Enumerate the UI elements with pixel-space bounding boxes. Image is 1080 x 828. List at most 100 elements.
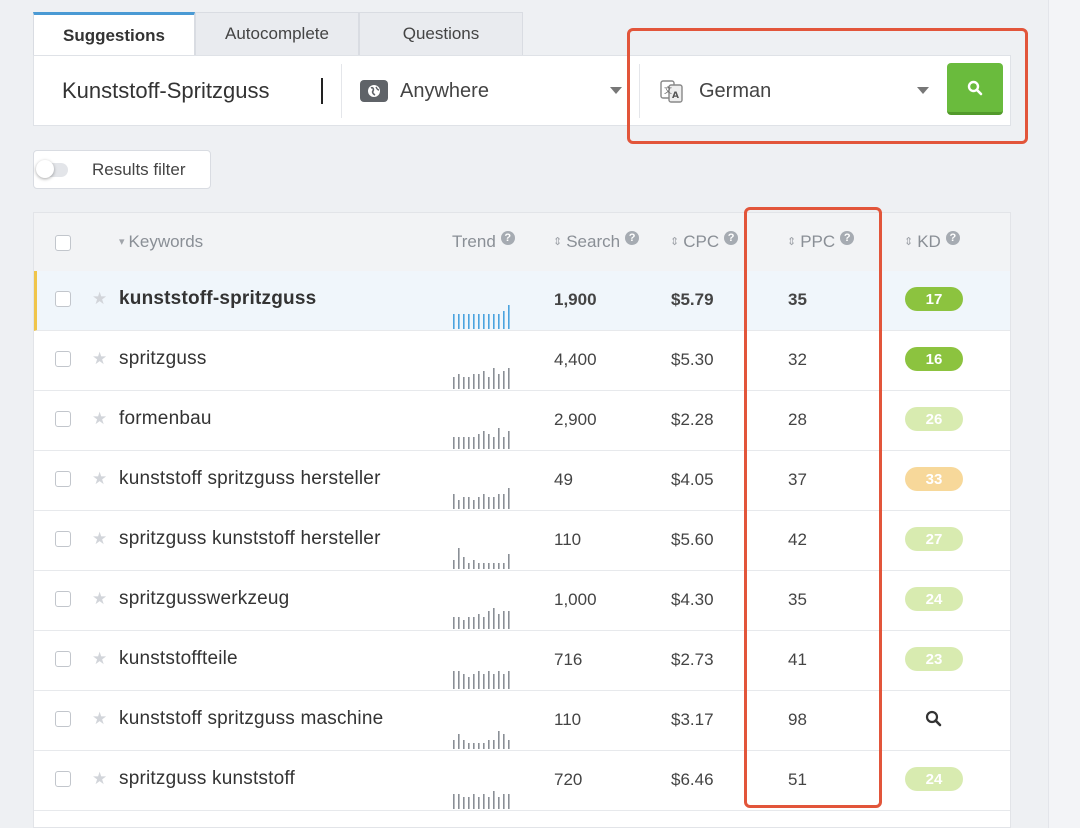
search-volume-cell: 1,900 <box>554 290 597 309</box>
search-button[interactable] <box>947 63 1003 115</box>
trend-bar <box>488 497 490 509</box>
keyword-cell[interactable]: kunststoffteile <box>119 648 238 670</box>
help-icon[interactable]: ? <box>840 231 855 245</box>
ppc-cell: 98 <box>788 710 807 729</box>
keyword-cell[interactable]: spritzguss kunststoff <box>119 768 295 790</box>
keyword-cell[interactable]: formenbau <box>119 408 212 430</box>
table-row[interactable]: ★ kunststoff-spritzguss 1,900 $5.79 35 17 <box>34 271 1010 331</box>
kd-check-search-icon[interactable] <box>925 710 943 733</box>
tab-autocomplete[interactable]: Autocomplete <box>195 12 359 55</box>
keyword-cell[interactable]: kunststoff spritzguss maschine <box>119 708 383 730</box>
toggle-knob <box>36 159 54 178</box>
row-checkbox[interactable] <box>55 771 71 787</box>
help-icon[interactable]: ? <box>945 231 960 245</box>
trend-bar <box>458 794 460 809</box>
trend-bar <box>463 377 465 389</box>
help-icon[interactable]: ? <box>724 231 739 245</box>
location-select[interactable]: Anywhere <box>360 66 622 116</box>
trend-sparkline <box>453 488 510 509</box>
trend-bar <box>498 614 500 629</box>
star-icon[interactable]: ★ <box>92 409 107 429</box>
ppc-cell: 28 <box>788 410 807 429</box>
keyword-cell[interactable]: kunststoff-spritzguss <box>119 288 316 310</box>
star-icon[interactable]: ★ <box>92 769 107 789</box>
location-value: Anywhere <box>400 79 489 102</box>
results-filter-button[interactable]: Results filter <box>33 150 211 189</box>
keyword-cell[interactable]: spritzguss kunststoff hersteller <box>119 528 381 550</box>
trend-bar <box>493 437 495 449</box>
help-icon[interactable]: ? <box>500 231 515 245</box>
header-trend[interactable]: Trend ? <box>452 213 515 271</box>
row-checkbox[interactable] <box>55 471 71 487</box>
table-row[interactable]: ★ kunststoffteile 716 $2.73 41 23 <box>34 631 1010 691</box>
trend-bar <box>488 434 490 449</box>
trend-bar <box>453 671 455 689</box>
chevron-down-icon <box>917 87 929 94</box>
table-row[interactable]: ★ spritzguss kunststoff 720 $6.46 51 24 <box>34 751 1010 811</box>
header-keywords-label: Keywords <box>128 232 204 251</box>
star-icon[interactable]: ★ <box>92 709 107 729</box>
mode-tabs: Suggestions Autocomplete Questions <box>33 12 523 57</box>
table-row[interactable]: ★ kunststoff spritzguss hersteller 49 $4.05… <box>34 451 1010 511</box>
table-row[interactable]: ★ kunststoff spritzguss maschine 110 $3.17 9… <box>34 691 1010 751</box>
trend-sparkline <box>453 428 510 449</box>
header-ppc[interactable]: ⇕ PPC ? <box>787 213 855 271</box>
help-icon[interactable]: ? <box>625 231 640 245</box>
row-checkbox[interactable] <box>55 291 71 307</box>
star-icon[interactable]: ★ <box>92 589 107 609</box>
tab-questions[interactable]: Questions <box>359 12 523 55</box>
ppc-cell: 42 <box>788 530 807 549</box>
trend-bar <box>468 314 470 329</box>
trend-sparkline <box>453 548 510 569</box>
trend-bar <box>478 374 480 389</box>
keyword-table: ▾ Keywords Trend ? ⇕ Search ? ⇕ CPC ? ⇕ … <box>33 212 1011 828</box>
trend-bar <box>488 611 490 629</box>
star-icon[interactable]: ★ <box>92 469 107 489</box>
keyword-cell[interactable]: spritzguss <box>119 348 207 370</box>
cpc-cell: $2.73 <box>671 650 714 669</box>
header-kd[interactable]: ⇕ KD ? <box>904 213 960 271</box>
trend-bar <box>453 377 455 389</box>
star-icon[interactable]: ★ <box>92 349 107 369</box>
trend-bar <box>478 314 480 329</box>
trend-bar <box>463 314 465 329</box>
trend-bar <box>503 674 505 689</box>
trend-bar <box>468 677 470 689</box>
row-checkbox[interactable] <box>55 351 71 367</box>
keyword-input[interactable] <box>52 66 337 116</box>
table-row[interactable]: ★ spritzguss 4,400 $5.30 32 16 <box>34 331 1010 391</box>
trend-bar <box>463 557 465 569</box>
table-row[interactable]: ★ formenbau 2,900 $2.28 28 26 <box>34 391 1010 451</box>
row-checkbox[interactable] <box>55 531 71 547</box>
star-icon[interactable]: ★ <box>92 529 107 549</box>
table-row[interactable]: ★ spritzgusswerkzeug 1,000 $4.30 35 24 <box>34 571 1010 631</box>
header-keywords[interactable]: ▾ Keywords <box>119 213 203 271</box>
select-all-checkbox[interactable] <box>55 235 71 251</box>
header-search[interactable]: ⇕ Search ? <box>553 213 640 271</box>
trend-bar <box>488 671 490 689</box>
table-row[interactable]: ★ spritzguss kunststoff hersteller 110 $5.6… <box>34 511 1010 571</box>
star-icon[interactable]: ★ <box>92 289 107 309</box>
trend-sparkline <box>453 305 510 329</box>
filter-toggle[interactable] <box>36 159 68 178</box>
ppc-cell: 37 <box>788 470 807 489</box>
trend-bar <box>468 497 470 509</box>
star-icon[interactable]: ★ <box>92 649 107 669</box>
row-checkbox[interactable] <box>55 591 71 607</box>
row-checkbox[interactable] <box>55 411 71 427</box>
keyword-cell[interactable]: spritzgusswerkzeug <box>119 588 289 610</box>
text-cursor <box>321 78 323 104</box>
trend-bar <box>483 794 485 809</box>
row-checkbox[interactable] <box>55 651 71 667</box>
row-checkbox[interactable] <box>55 711 71 727</box>
trend-bar <box>478 671 480 689</box>
tab-suggestions[interactable]: Suggestions <box>33 12 195 57</box>
keyword-cell[interactable]: kunststoff spritzguss hersteller <box>119 468 381 490</box>
header-cpc[interactable]: ⇕ CPC ? <box>670 213 739 271</box>
trend-bar <box>493 791 495 809</box>
trend-bar <box>483 431 485 449</box>
chevron-down-icon <box>610 87 622 94</box>
trend-bar <box>503 494 505 509</box>
header-kd-label: KD <box>917 232 941 251</box>
language-select[interactable]: 文 A German <box>659 66 929 116</box>
